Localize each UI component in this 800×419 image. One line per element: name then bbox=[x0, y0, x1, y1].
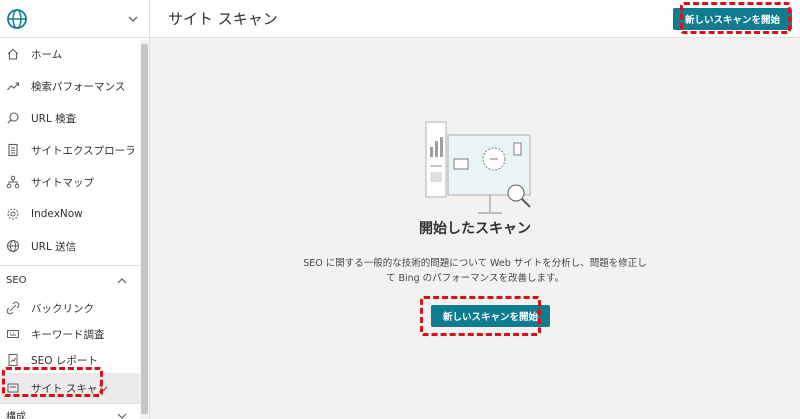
link-icon bbox=[6, 301, 20, 315]
sidebar-item-label: バックリンク bbox=[31, 302, 94, 315]
section-header-config[interactable]: 構成 bbox=[0, 403, 140, 419]
sidebar-nav: ホーム 検索パフォーマンス URL 検査 サイトエクスプローラ サイトマップ I… bbox=[0, 38, 149, 419]
page-title: サイト スキャン bbox=[168, 10, 278, 28]
trend-icon bbox=[7, 82, 20, 91]
sidebar-item-site-explorer[interactable]: サイトエクスプローラ bbox=[0, 134, 140, 166]
sidebar-item-label: URL 送信 bbox=[31, 240, 77, 253]
sidebar-item-label: ホーム bbox=[31, 48, 63, 61]
gear-icon bbox=[7, 208, 19, 220]
sidebar-item-label: 検索パフォーマンス bbox=[31, 80, 126, 93]
sidebar-item-url-submission[interactable]: URL 送信 bbox=[0, 230, 140, 262]
section-label: SEO bbox=[6, 275, 27, 286]
sidebar-item-sitemaps[interactable]: サイトマップ bbox=[0, 166, 140, 198]
sidebar: ホーム 検索パフォーマンス URL 検査 サイトエクスプローラ サイトマップ I… bbox=[0, 0, 150, 419]
home-icon bbox=[7, 48, 19, 60]
highlight-frame bbox=[420, 296, 541, 336]
sidebar-item-label: キーワード調査 bbox=[31, 328, 105, 341]
sidebar-item-url-inspection[interactable]: URL 検査 bbox=[0, 102, 140, 134]
keyboard-icon bbox=[7, 330, 19, 338]
sidebar-item-search-performance[interactable]: 検索パフォーマンス bbox=[0, 70, 140, 102]
sidebar-item-label: サイトマップ bbox=[31, 176, 94, 189]
highlight-frame bbox=[680, 2, 791, 34]
sidebar-item-keyword-research[interactable]: キーワード調査 bbox=[0, 321, 140, 347]
chevron-down-icon[interactable] bbox=[127, 13, 139, 25]
report-icon bbox=[8, 354, 18, 366]
sidebar-item-label: サイトエクスプローラ bbox=[31, 144, 136, 157]
sidebar-item-home[interactable]: ホーム bbox=[0, 38, 140, 70]
section-label: 構成 bbox=[6, 412, 26, 419]
search-icon bbox=[7, 112, 19, 124]
globe-icon bbox=[7, 240, 19, 252]
sitemap-icon bbox=[6, 175, 20, 189]
sidebar-item-label: SEO レポート bbox=[31, 354, 98, 367]
empty-state-title: 開始したスキャン bbox=[419, 221, 531, 237]
section-header-seo[interactable]: SEO bbox=[0, 265, 140, 295]
sidebar-item-label: IndexNow bbox=[31, 208, 83, 220]
document-icon bbox=[8, 143, 18, 157]
chevron-down-icon bbox=[117, 413, 127, 419]
globe-icon bbox=[7, 8, 27, 29]
main-content: 開始したスキャン SEO に関する一般的な技術的問題について Web サイトを分… bbox=[150, 39, 800, 419]
highlight-frame bbox=[2, 367, 103, 397]
sidebar-item-backlinks[interactable]: バックリンク bbox=[0, 295, 140, 321]
sidebar-item-indexnow[interactable]: IndexNow bbox=[0, 198, 140, 230]
chevron-up-icon bbox=[117, 277, 127, 283]
scrollbar-thumb[interactable] bbox=[141, 44, 148, 414]
sidebar-item-label: URL 検査 bbox=[31, 112, 77, 125]
scan-illustration bbox=[425, 121, 531, 214]
empty-state-description: SEO に関する一般的な技術的問題について Web サイトを分析し、問題を修正し… bbox=[303, 258, 647, 284]
site-picker[interactable] bbox=[0, 0, 149, 38]
